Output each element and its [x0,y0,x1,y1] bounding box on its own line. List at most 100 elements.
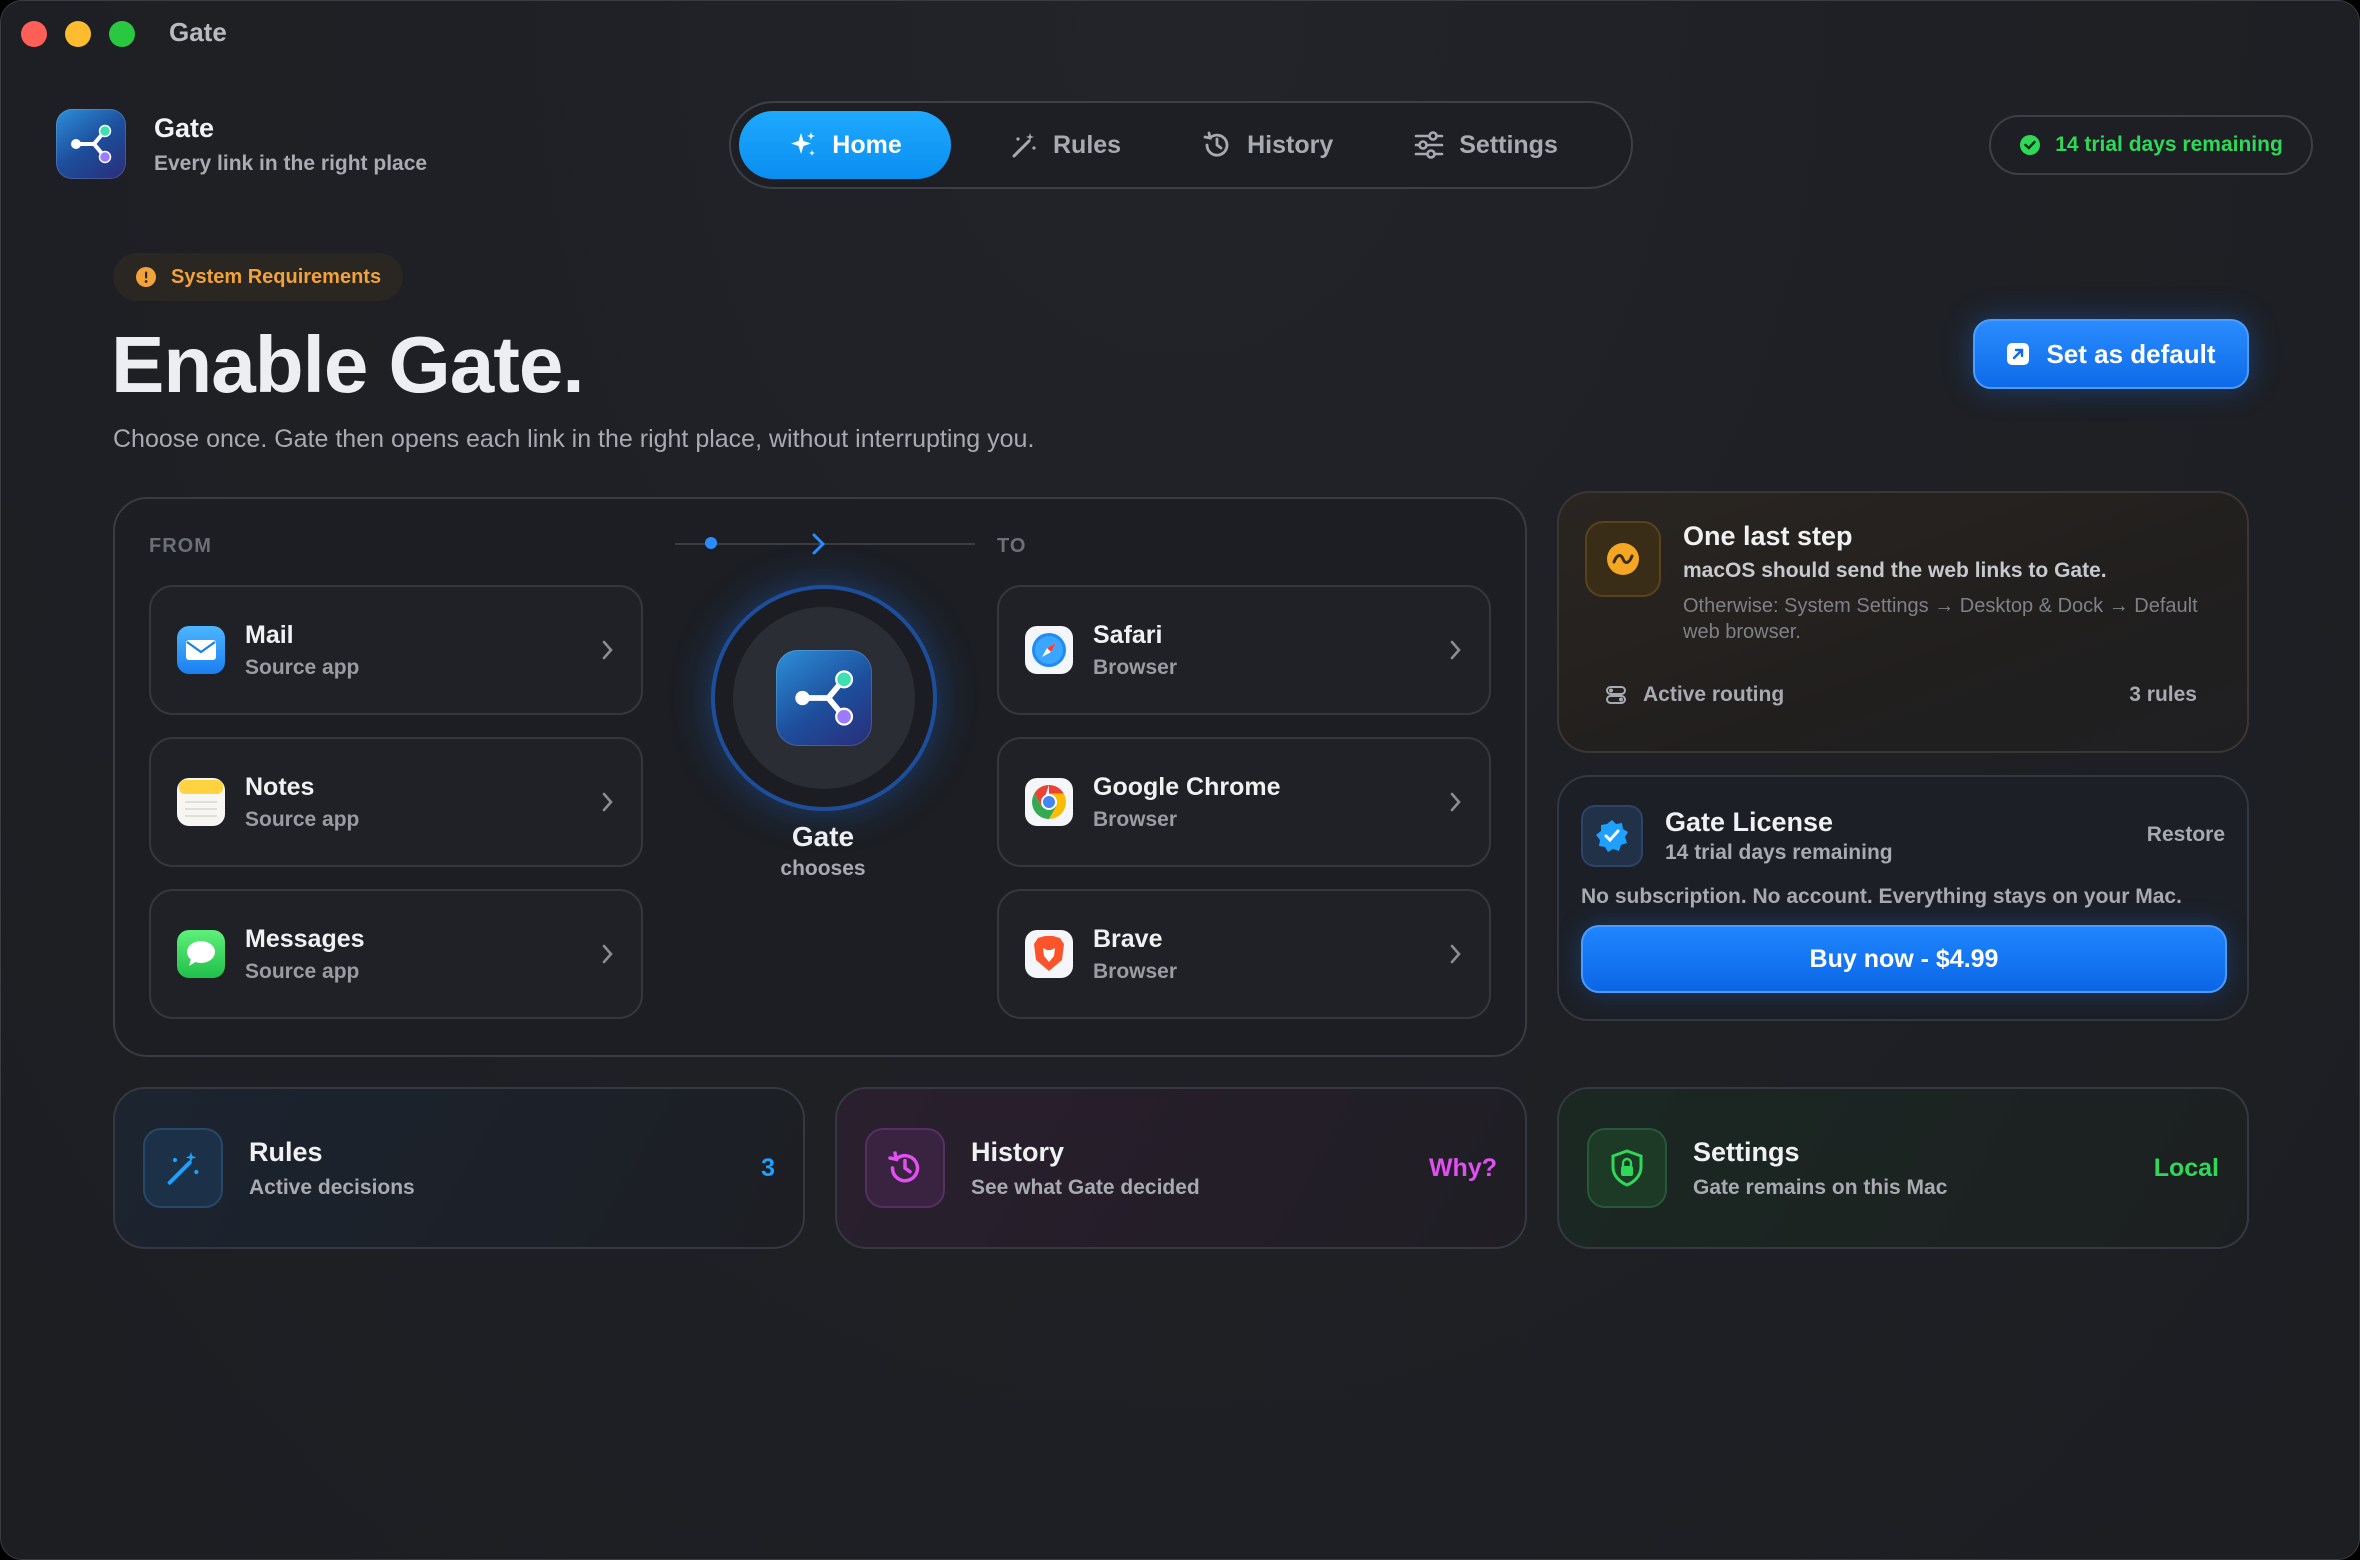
chrome-icon [1025,778,1073,826]
brand-tagline: Every link in the right place [154,151,428,175]
target-sub: Browser [1093,807,1178,831]
gate-share-icon [56,109,126,179]
tab-settings-label: Settings [1459,130,1558,159]
tab-home-label: Home [832,130,902,159]
license-card: Gate License 14 trial days remaining Res… [1557,775,2249,1021]
tab-settings[interactable]: Settings [1383,111,1588,179]
safari-icon [1025,626,1073,674]
toggle-icon [1606,686,1626,704]
tab-home[interactable]: Home [739,111,951,179]
chevron-right-icon [1450,792,1461,812]
source-name: Notes [245,772,315,801]
card-subtitle: See what Gate decided [971,1175,1200,1199]
source-name: Messages [245,924,365,953]
one-last-step-card: One last step macOS should send the web … [1557,491,2249,753]
page-subtitle: Choose once. Gate then opens each link i… [113,425,1035,453]
license-note: No subscription. No account. Everything … [1581,885,2182,908]
set-as-default-label: Set as default [2046,338,2216,369]
from-label: FROM [149,535,212,557]
source-mail[interactable]: Mail Source app [149,585,643,715]
local-status-value: Local [2153,1153,2219,1182]
brand-name: Gate [154,112,215,143]
step-title: One last step [1683,521,1853,551]
why-link[interactable]: Why? [1429,1154,1497,1183]
hub-name: Gate [791,821,855,852]
target-safari[interactable]: Safari Browser [997,585,1491,715]
active-routing: Active routing [1605,683,1784,707]
brand: Gate Every link in the right place [56,109,427,179]
source-sub: Source app [245,655,360,679]
mail-icon [177,626,225,674]
app-window: Gate Gate Every link in the right place … [0,0,2360,1560]
chevron-right-icon [812,533,826,555]
sliders-icon [1414,131,1444,159]
minimize-window-button[interactable] [65,21,91,47]
tab-history-label: History [1247,130,1334,159]
license-title: Gate License [1665,807,1834,837]
tab-history[interactable]: History [1171,111,1363,179]
routing-flow-card: FROM TO Mail Source app Notes Source app M… [113,497,1527,1057]
window-controls [21,21,135,47]
target-brave[interactable]: Brave Browser [997,889,1491,1019]
history-clock-icon [865,1128,945,1208]
trial-status-badge[interactable]: 14 trial days remaining [1989,115,2313,175]
system-requirements-badge[interactable]: System Requirements [113,253,404,301]
target-chrome[interactable]: Google Chrome Browser [997,737,1491,867]
card-title: Settings [1693,1136,1800,1167]
external-arrow-icon [2007,343,2030,365]
chevron-right-icon [1450,640,1461,660]
source-notes[interactable]: Notes Source app [149,737,643,867]
restore-purchase-link[interactable]: Restore [2147,823,2225,847]
card-subtitle: Active decisions [249,1175,415,1199]
chevron-right-icon [602,640,613,660]
history-shortcut-card[interactable]: History See what Gate decided Why? [835,1087,1527,1249]
trial-status-label: 14 trial days remaining [2055,133,2283,156]
hub-sub: chooses [780,857,866,880]
step-hint: Otherwise: System Settings → Desktop & D… [1683,595,2198,643]
chevron-right-icon [1450,944,1461,964]
buy-now-button[interactable]: Buy now - $4.99 [1581,925,2227,993]
source-sub: Source app [245,807,360,831]
gate-hub-inner [733,607,915,789]
to-label: TO [997,535,1027,557]
notes-icon [177,778,225,826]
brave-icon [1025,930,1073,978]
browser-swap-icon [1585,521,1661,597]
tab-rules-label: Rules [1053,130,1122,159]
warning-icon [136,267,156,287]
history-clock-icon [1203,131,1229,157]
settings-shortcut-card[interactable]: Settings Gate remains on this Mac Local [1557,1087,2249,1249]
target-name: Brave [1093,924,1163,953]
chevron-right-icon [602,944,613,964]
gate-hub [711,585,937,811]
zoom-window-button[interactable] [109,21,135,47]
tab-rules[interactable]: Rules [979,111,1151,179]
chevron-right-icon [602,792,613,812]
target-sub: Browser [1093,959,1178,983]
rules-shortcut-card[interactable]: Rules Active decisions 3 [113,1087,805,1249]
step-description: macOS should send the web links to Gate. [1683,559,2107,582]
page-title: Enable Gate. [111,320,585,409]
target-name: Safari [1093,620,1163,649]
messages-icon [177,930,225,978]
target-sub: Browser [1093,655,1178,679]
flow-dot [705,537,717,549]
verified-check-icon [2020,135,2041,155]
source-name: Mail [245,620,294,649]
target-name: Google Chrome [1093,772,1281,801]
shield-lock-icon [1587,1128,1667,1208]
set-as-default-button[interactable]: Set as default [1973,319,2249,389]
main-nav: Home Rules History Settings [729,101,1633,189]
close-window-button[interactable] [21,21,47,47]
card-title: Rules [249,1136,323,1167]
source-messages[interactable]: Messages Source app [149,889,643,1019]
magic-wand-icon [143,1128,223,1208]
license-subtitle: 14 trial days remaining [1665,841,1893,864]
rules-count: 3 rules [2129,683,2197,706]
source-sub: Source app [245,959,360,983]
system-requirements-label: System Requirements [171,265,382,288]
active-routing-label: Active routing [1643,683,1785,706]
magic-wand-icon [1012,133,1036,158]
rules-count-value: 3 [761,1153,775,1182]
window-title: Gate [169,17,227,47]
